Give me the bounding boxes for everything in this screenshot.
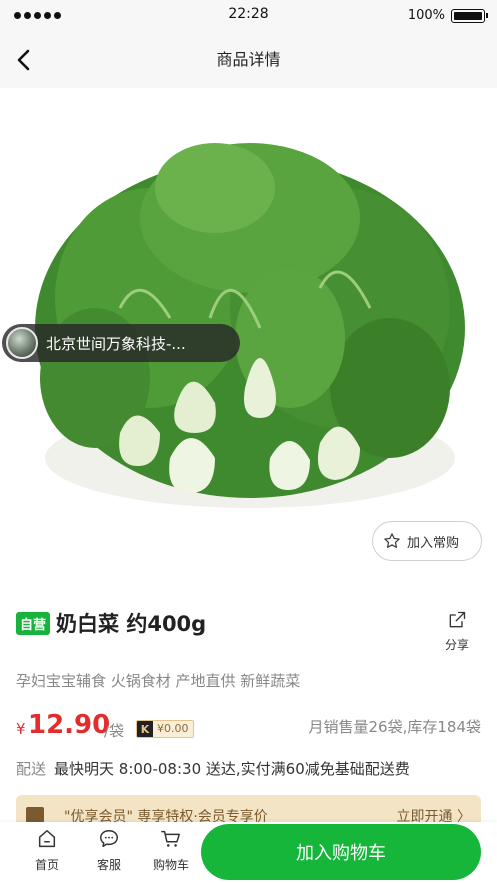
tab-cart[interactable]: 购物车 xyxy=(146,828,196,876)
coin-icon: K xyxy=(137,721,153,737)
sales-info: 月销售量26袋,库存184袋 xyxy=(308,718,482,736)
cart-icon xyxy=(161,830,180,847)
currency-symbol: ¥ xyxy=(16,720,26,738)
price: 12.90 xyxy=(28,710,111,740)
status-bar: 22:28 100% xyxy=(0,0,497,32)
product-title: 奶白菜 约400g xyxy=(56,612,207,636)
self-operated-badge: 自营 xyxy=(16,611,51,635)
delivery-label: 配送 xyxy=(16,760,47,778)
battery-icon xyxy=(451,9,488,23)
tab-customer-service[interactable]: 客服 xyxy=(84,828,134,876)
coin-value: ¥0.00 xyxy=(153,721,193,737)
chat-icon xyxy=(100,830,118,848)
seller-name: 北京世间万象科技-... xyxy=(46,334,186,353)
tab-home[interactable]: 首页 xyxy=(22,828,72,876)
add-to-cart-button[interactable]: 加入购物车 xyxy=(201,824,481,880)
coin-badge: K ¥0.00 xyxy=(136,720,194,738)
share-icon xyxy=(449,611,466,628)
seller-avatar xyxy=(6,327,38,359)
share-label: 分享 xyxy=(444,638,469,652)
tab-customer-service-label: 客服 xyxy=(96,858,121,872)
tab-home-label: 首页 xyxy=(34,858,59,872)
product-title-row: 自营 奶白菜 约400g xyxy=(16,608,481,638)
price-unit: /袋 xyxy=(104,722,125,740)
member-icon xyxy=(26,807,44,823)
nav-bar: 商品详情 xyxy=(0,32,497,88)
seller-badge[interactable]: 北京世间万象科技-... xyxy=(2,324,240,362)
star-icon xyxy=(384,533,400,548)
share-button[interactable]: 分享 xyxy=(437,610,477,654)
add-to-favorites-button[interactable]: 加入常购 xyxy=(372,521,482,561)
page-title: 商品详情 xyxy=(216,50,281,69)
delivery-row: 配送 最快明天 8:00-08:30 送达,实付满60减免基础配送费 xyxy=(16,758,481,782)
home-icon xyxy=(38,830,56,848)
product-image[interactable]: 北京世间万象科技-... xyxy=(0,88,497,580)
tab-cart-label: 购物车 xyxy=(152,858,189,872)
bottom-bar: 首页 客服 购物车 加入购物车 xyxy=(0,822,497,883)
delivery-text: 最快明天 8:00-08:30 送达,实付满60减免基础配送费 xyxy=(54,760,410,778)
price-row: ¥ 12.90 /袋 K ¥0.00 月销售量26袋,库存184袋 xyxy=(16,710,481,744)
battery-percent: 100% xyxy=(407,8,445,23)
product-tags: 孕妇宝宝辅食 火锅食材 产地直供 新鲜蔬菜 xyxy=(16,672,301,690)
add-to-favorites-label: 加入常购 xyxy=(407,535,460,551)
